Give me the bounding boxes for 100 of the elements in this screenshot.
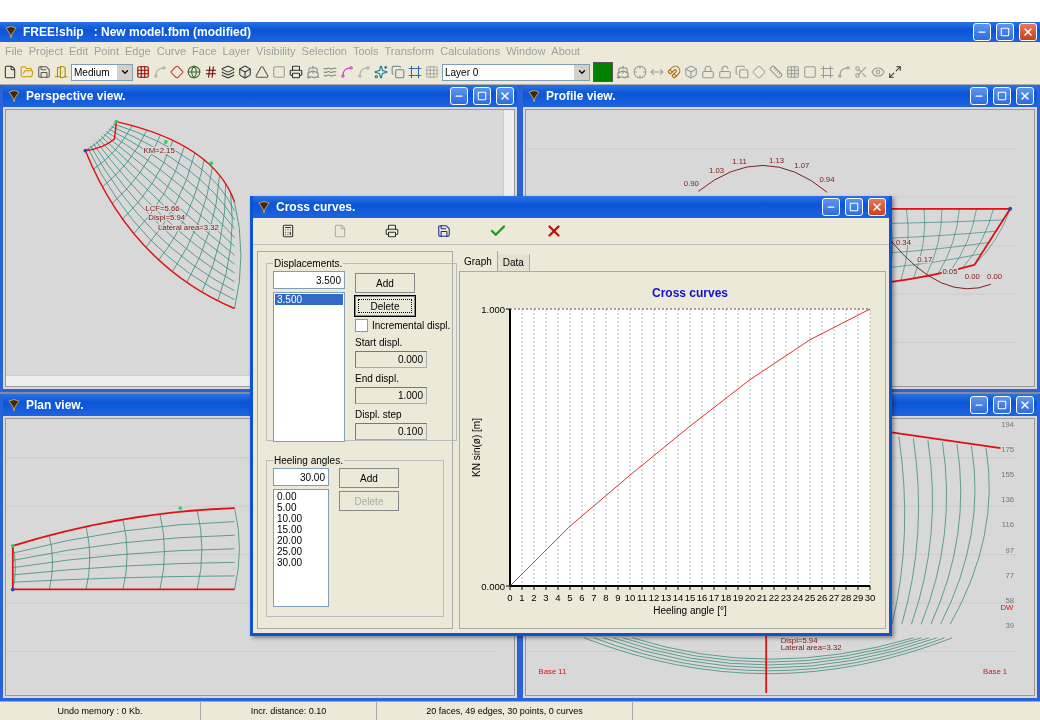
y-tick-label: 0.000 xyxy=(481,581,505,592)
save-icon[interactable] xyxy=(37,65,51,79)
x-tick-label: 14 xyxy=(672,592,684,603)
scale-label: 155 xyxy=(1001,470,1015,480)
close-button[interactable] xyxy=(1019,23,1037,41)
scale-label: 194 xyxy=(1001,419,1015,429)
values-list[interactable]: 3.500 xyxy=(273,292,345,442)
calculator-icon[interactable] xyxy=(281,224,295,238)
value-input[interactable]: 30.00 xyxy=(273,468,329,486)
maximize-button[interactable] xyxy=(993,396,1011,414)
list-item[interactable]: 20.00 xyxy=(275,535,327,546)
list-item[interactable]: 30.00 xyxy=(275,557,327,568)
field-label: End displ. xyxy=(355,373,400,384)
new-file-icon[interactable] xyxy=(3,65,17,79)
scale-label: 175 xyxy=(1001,444,1015,454)
view-title: Profile view. xyxy=(546,89,617,103)
x-tick-label: 3 xyxy=(543,592,549,603)
x-tick-label: 23 xyxy=(780,592,792,603)
x-tick-label: 11 xyxy=(637,592,647,603)
x-tick-label: 15 xyxy=(684,592,696,603)
x-tick-label: 20 xyxy=(744,592,756,603)
drawing-label: 0.00 xyxy=(964,272,980,282)
drawing-label: Base 11 xyxy=(538,666,567,676)
x-tick-label: 24 xyxy=(792,592,804,603)
maximize-button[interactable] xyxy=(845,198,863,216)
values-list[interactable]: 0.00 5.00 10.00 15.00 20.00 25.00 30.00 xyxy=(273,489,329,607)
copy-icon[interactable] xyxy=(391,65,405,79)
minimize-button[interactable] xyxy=(973,23,991,41)
status-text: 20 faces, 49 edges, 30 points, 0 curves xyxy=(377,702,633,720)
minimize-button[interactable] xyxy=(450,87,468,105)
value-input[interactable]: 3.500 xyxy=(273,271,345,289)
layer-color-swatch[interactable] xyxy=(593,62,613,82)
save-icon[interactable] xyxy=(437,224,451,238)
grid-icon[interactable] xyxy=(136,65,150,79)
list-item[interactable]: 0.00 xyxy=(275,491,327,502)
magnet-icon[interactable] xyxy=(667,65,681,79)
x-tick-label: 18 xyxy=(720,592,732,603)
list-item[interactable]: 25.00 xyxy=(275,546,327,557)
maximize-icon xyxy=(477,91,487,101)
list-item[interactable]: 15.00 xyxy=(275,524,327,535)
precision-dropdown[interactable]: Medium xyxy=(71,63,133,81)
hash-icon[interactable] xyxy=(204,65,218,79)
x-axis-title: Heeling angle [°] xyxy=(653,605,727,616)
y-tick-label: 1.000 xyxy=(481,304,505,315)
layers-icon[interactable] xyxy=(221,65,235,79)
drawing-label: Displ=5.94 xyxy=(780,635,818,645)
minimize-button[interactable] xyxy=(970,87,988,105)
field-label: Start displ. xyxy=(355,337,404,348)
triangle-icon[interactable] xyxy=(255,65,269,79)
list-item[interactable]: 3.500 xyxy=(275,294,343,305)
sparkle-icon[interactable] xyxy=(374,65,388,79)
scale-label: 136 xyxy=(1001,495,1015,505)
box-icon[interactable] xyxy=(238,65,252,79)
maximize-icon xyxy=(997,400,1007,410)
x-tick-label: 5 xyxy=(567,592,573,603)
globe-icon[interactable] xyxy=(187,65,201,79)
checkbox[interactable] xyxy=(355,319,368,332)
x-tick-label: 2 xyxy=(531,592,537,603)
maximize-button[interactable] xyxy=(993,87,1011,105)
frame-icon[interactable] xyxy=(408,65,422,79)
diamond-icon[interactable] xyxy=(170,65,184,79)
y-axis-title: KN sin(ø) [m] xyxy=(471,418,482,477)
x-tick-label: 7 xyxy=(591,592,597,603)
curve-icon[interactable] xyxy=(340,65,354,79)
close-button[interactable] xyxy=(496,87,514,105)
maximize-button[interactable] xyxy=(473,87,491,105)
close-icon[interactable] xyxy=(545,222,563,240)
tab[interactable]: Data xyxy=(497,254,530,271)
drawing-label: 1.11 xyxy=(732,157,747,167)
printer-icon[interactable] xyxy=(385,224,399,238)
list-item[interactable]: 5.00 xyxy=(275,502,327,513)
close-button[interactable] xyxy=(868,198,886,216)
close-icon xyxy=(1019,90,1031,102)
x-tick-label: 21 xyxy=(756,592,768,603)
ship-icon[interactable] xyxy=(616,65,630,79)
scale-label: 77 xyxy=(1005,570,1015,580)
delete-button[interactable]: Delete xyxy=(355,296,415,316)
close-icon xyxy=(871,201,883,213)
scale-label: 58 xyxy=(1005,596,1015,605)
minimize-button[interactable] xyxy=(970,396,988,414)
x-tick-label: 27 xyxy=(828,592,840,603)
add-button[interactable]: Add xyxy=(339,468,399,488)
group-title: Displacements. xyxy=(273,258,344,269)
waves-icon[interactable] xyxy=(323,65,337,79)
status-text: Undo memory : 0 Kb. xyxy=(0,702,201,720)
expand-icon[interactable] xyxy=(888,65,902,79)
door-icon[interactable] xyxy=(54,65,68,79)
close-button[interactable] xyxy=(1016,396,1034,414)
printer-icon[interactable] xyxy=(289,65,303,79)
add-button[interactable]: Add xyxy=(355,273,415,293)
layer-dropdown[interactable]: Layer 0 xyxy=(442,63,590,81)
maximize-button[interactable] xyxy=(996,23,1014,41)
app-icon xyxy=(527,89,541,103)
close-button[interactable] xyxy=(1016,87,1034,105)
x-tick-label: 8 xyxy=(603,592,609,603)
drawing-label: Displ=5.94 xyxy=(148,213,186,223)
x-tick-label: 30 xyxy=(864,592,876,603)
list-item[interactable]: 10.00 xyxy=(275,513,327,524)
status-text: Incr. distance: 0.10 xyxy=(201,702,377,720)
minimize-button[interactable] xyxy=(822,198,840,216)
